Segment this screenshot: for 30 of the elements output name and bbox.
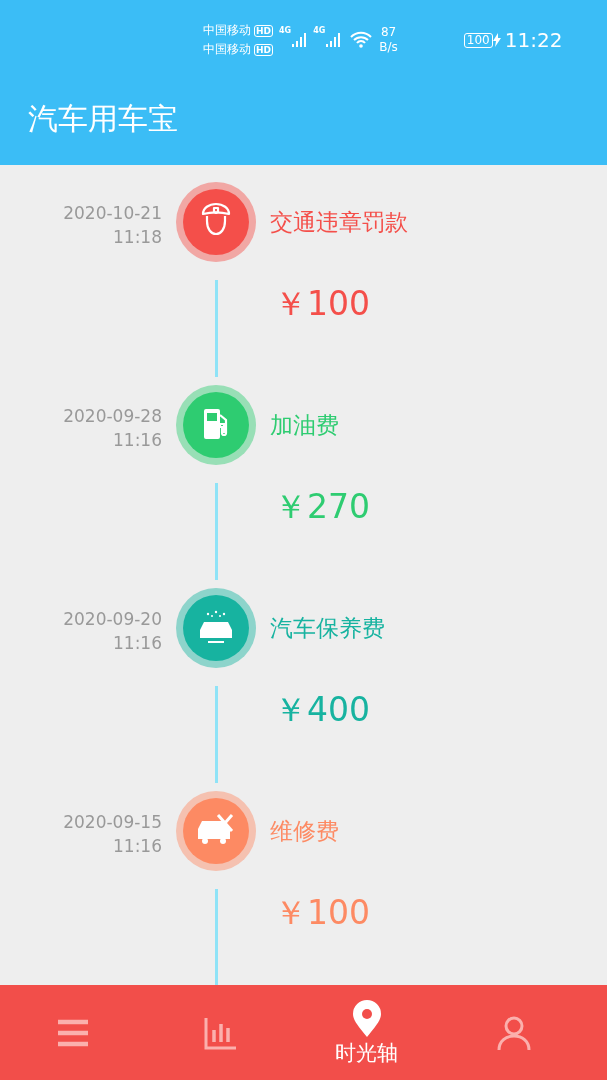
hd-badge: HD	[254, 24, 273, 37]
entry-date: 2020-09-28	[63, 405, 162, 428]
signal-icon	[291, 32, 308, 48]
entry-time: 11:18	[113, 226, 162, 249]
expense-amount: ￥400	[273, 689, 371, 731]
network-type: 4G	[313, 26, 326, 35]
wifi-icon	[349, 31, 374, 49]
expense-category: 汽车保养费	[270, 613, 385, 643]
expense-category: 维修费	[270, 816, 339, 846]
hd-badge: HD	[254, 43, 273, 56]
clock: 11:22	[504, 28, 563, 52]
entry-time: 11:16	[113, 835, 162, 858]
speed-unit: B/s	[379, 40, 398, 55]
expense-category: 加油费	[270, 410, 339, 440]
signal-icon	[325, 32, 342, 48]
entry-date: 2020-10-21	[63, 202, 162, 225]
carrier-name: 中国移动	[203, 41, 251, 58]
carrier-name: 中国移动	[203, 22, 251, 39]
entry-date: 2020-09-15	[63, 811, 162, 834]
entry-date: 2020-09-20	[63, 608, 162, 631]
app-title: 汽车用车宝	[28, 100, 178, 138]
expense-amount: ￥100	[273, 283, 371, 325]
expense-amount: ￥100	[273, 892, 371, 934]
network-type: 4G	[279, 26, 292, 35]
entry-time: 11:16	[113, 632, 162, 655]
battery-level: 100	[463, 32, 493, 48]
expense-amount: ￥270	[273, 486, 371, 528]
entry-time: 11:16	[113, 429, 162, 452]
network-speed: 87	[380, 25, 397, 40]
expense-category: 交通违章罚款	[270, 207, 408, 237]
